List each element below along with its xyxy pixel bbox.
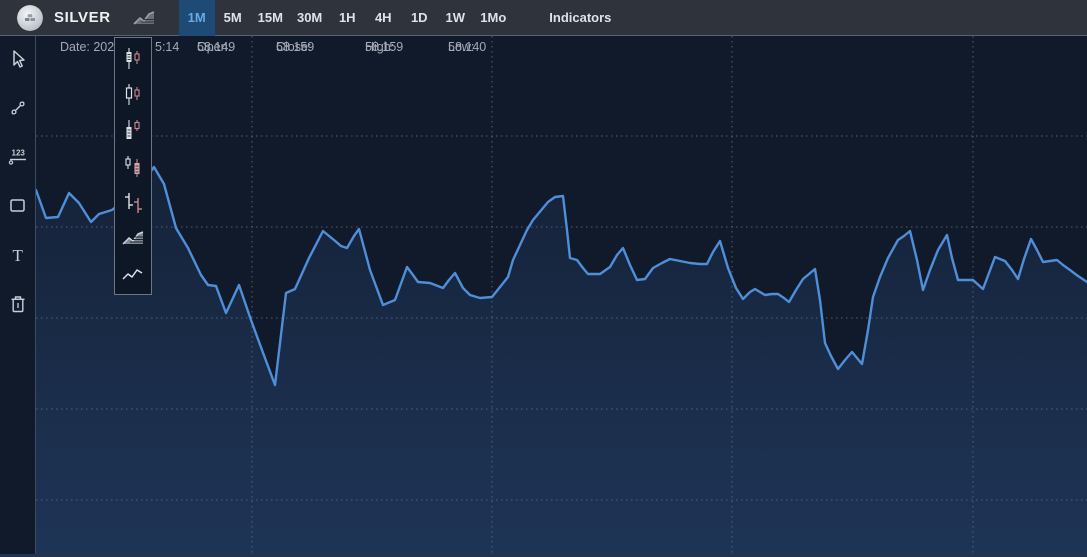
timeframe-4h[interactable]: 4H — [365, 0, 401, 36]
svg-text:123: 123 — [11, 149, 25, 158]
chart-type-button[interactable] — [129, 0, 159, 36]
text-tool-icon[interactable]: T — [6, 243, 30, 267]
price-chart[interactable] — [0, 0, 1087, 557]
time-fragment: 5:14 — [155, 40, 179, 54]
timeframe-1w[interactable]: 1W — [437, 0, 473, 36]
silver-logo — [17, 5, 43, 31]
svg-text:T: T — [12, 246, 23, 265]
timeframe-30m[interactable]: 30M — [290, 0, 329, 36]
hollow-candles-icon — [122, 81, 144, 107]
ohlc-bars-icon — [122, 189, 144, 215]
timeframe-1d[interactable]: 1D — [401, 0, 437, 36]
timeframe-5m[interactable]: 5M — [215, 0, 251, 36]
menu-item-candles-up[interactable] — [115, 112, 151, 148]
trend-line-tool-icon[interactable] — [6, 96, 30, 120]
timeframe-15m[interactable]: 15M — [251, 0, 290, 36]
chart-type-menu — [114, 37, 152, 295]
area-chart-icon — [121, 229, 145, 247]
timeframe-1mo[interactable]: 1Mo — [473, 0, 513, 36]
delete-tool-icon[interactable] — [6, 292, 30, 316]
symbol-name: SILVER — [54, 9, 111, 26]
area-chart-icon — [131, 9, 157, 26]
menu-item-candles-down[interactable] — [115, 148, 151, 184]
rectangle-tool-icon[interactable] — [6, 194, 30, 218]
menu-item-hollow-candles[interactable] — [115, 76, 151, 112]
candles-down-icon — [122, 153, 144, 179]
candles-icon — [122, 45, 144, 71]
menu-item-area[interactable] — [115, 220, 151, 256]
candles-up-icon — [122, 117, 144, 143]
drawing-toolbar: 123 T — [0, 36, 36, 557]
line-chart-icon — [121, 265, 145, 283]
timeframe-1h[interactable]: 1H — [329, 0, 365, 36]
timeframe-1m[interactable]: 1M — [179, 0, 215, 36]
indicators-button[interactable]: Indicators — [541, 0, 619, 36]
trading-app-window: Date: 2025-1 5:14 Open:58.149 Close:58.1… — [0, 0, 1087, 557]
menu-item-candles[interactable] — [115, 40, 151, 76]
top-toolbar: SILVER 1M 5M 15M 30M 1H 4H 1D 1W 1Mo Ind… — [0, 0, 1087, 36]
menu-item-ohlc-bars[interactable] — [115, 184, 151, 220]
cursor-tool-icon[interactable] — [6, 47, 30, 71]
menu-item-line[interactable] — [115, 256, 151, 292]
price-measure-tool-icon[interactable]: 123 — [6, 145, 30, 169]
area-fill — [36, 167, 1087, 557]
timeframe-group: 1M 5M 15M 30M 1H 4H 1D 1W 1Mo — [179, 0, 514, 36]
